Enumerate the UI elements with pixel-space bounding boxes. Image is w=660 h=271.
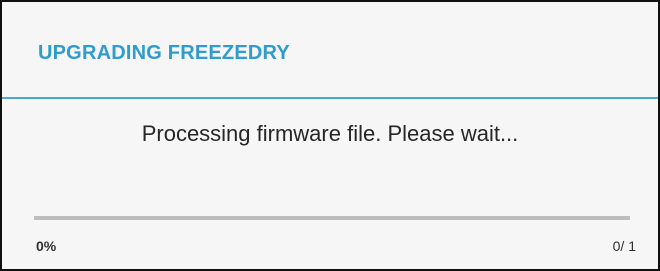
upgrade-dialog: UPGRADING FREEZEDRY Processing firmware … xyxy=(0,0,660,271)
status-message: Processing firmware file. Please wait... xyxy=(141,121,519,146)
title-divider xyxy=(2,97,658,99)
progress-bar xyxy=(34,216,630,220)
progress-percent: 0% xyxy=(36,238,57,254)
progress-count: 0/ 1 xyxy=(612,238,636,254)
dialog-title: UPGRADING FREEZEDRY xyxy=(38,42,290,64)
